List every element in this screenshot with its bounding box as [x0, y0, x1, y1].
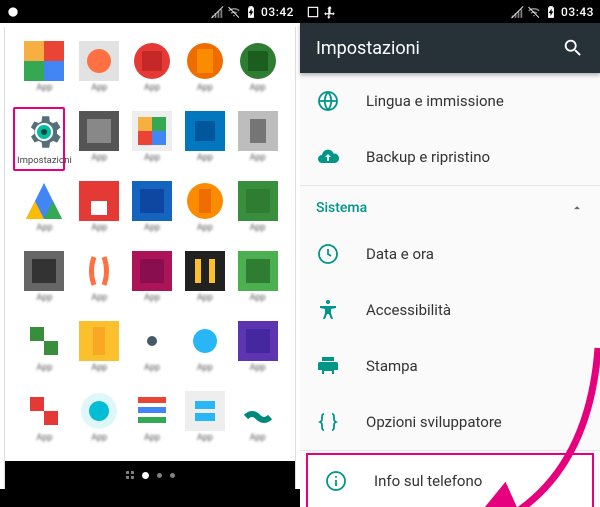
app-blurred[interactable]: App: [127, 391, 178, 455]
app-settings-label: Impostazioni: [17, 155, 72, 165]
app-blurred[interactable]: App: [179, 321, 230, 385]
wifi-off-icon: [227, 5, 241, 19]
settings-item-developer[interactable]: Opzioni sviluppatore: [300, 394, 600, 450]
clock-icon: [316, 242, 340, 266]
info-icon: [324, 469, 348, 493]
app-blurred[interactable]: App: [179, 111, 230, 175]
wifi-off-icon: [527, 5, 541, 19]
app-blurred[interactable]: App: [127, 251, 178, 315]
app-blurred[interactable]: App: [179, 251, 230, 315]
whatsapp-icon: [6, 5, 20, 19]
settings-item-backup[interactable]: Backup e ripristino: [300, 129, 600, 185]
settings-item-datetime[interactable]: Data e ora: [300, 226, 600, 282]
app-drawer[interactable]: App App App App App Impostazioni App App…: [4, 27, 296, 461]
cloud-upload-icon: [316, 145, 340, 169]
settings-item-label: Stampa: [366, 357, 418, 375]
signal-off-icon: [210, 5, 224, 19]
appbar-title: Impostazioni: [316, 38, 562, 59]
app-blurred[interactable]: App: [179, 181, 230, 245]
search-icon[interactable]: [562, 37, 584, 59]
settings-item-label: Opzioni sviluppatore: [366, 413, 502, 431]
app-blurred[interactable]: App: [232, 41, 283, 105]
globe-icon: [316, 89, 340, 113]
app-blurred[interactable]: App: [232, 391, 283, 455]
app-blurred[interactable]: App: [232, 251, 283, 315]
app-blurred[interactable]: App: [127, 111, 178, 175]
app-blurred[interactable]: App: [74, 251, 125, 315]
apps-grid-indicator-icon[interactable]: [126, 471, 134, 479]
settings-item-label: Data e ora: [366, 245, 434, 263]
settings-appbar: Impostazioni: [300, 23, 600, 73]
app-blurred[interactable]: App: [17, 181, 72, 245]
signal-off-icon: [510, 5, 524, 19]
gear-icon: [23, 111, 65, 153]
app-blurred[interactable]: App: [74, 111, 125, 175]
page-dot[interactable]: [142, 472, 149, 479]
app-settings[interactable]: Impostazioni: [17, 111, 72, 175]
divider: [300, 450, 600, 451]
app-blurred[interactable]: App: [127, 321, 178, 385]
screenshot-icon: [306, 5, 320, 19]
app-blurred[interactable]: App: [232, 111, 283, 175]
app-blurred[interactable]: App: [232, 181, 283, 245]
settings-item-label: Info sul telefono: [374, 472, 482, 490]
app-blurred[interactable]: App: [74, 391, 125, 455]
page-dot[interactable]: [170, 473, 175, 478]
status-time-left: 03:42: [261, 5, 294, 19]
page-indicator[interactable]: [4, 461, 296, 489]
settings-item-label: Backup e ripristino: [366, 148, 490, 166]
app-blurred[interactable]: App: [179, 41, 230, 105]
app-blurred[interactable]: App: [17, 41, 72, 105]
settings-item-language[interactable]: Lingua e immissione: [300, 73, 600, 129]
printer-icon: [316, 354, 340, 378]
settings-item-accessibility[interactable]: Accessibilità: [300, 282, 600, 338]
settings-list[interactable]: Lingua e immissione Backup e ripristino …: [300, 73, 600, 507]
android-navbar: [0, 489, 300, 507]
phone-right: 03:43 Impostazioni Lingua e immissione B…: [300, 0, 600, 507]
settings-item-label: Accessibilità: [366, 301, 451, 319]
page-dot[interactable]: [157, 473, 162, 478]
phone-left: 03:42 App App App App App Impostazioni A…: [0, 0, 300, 507]
settings-item-about-phone[interactable]: Info sul telefono: [306, 453, 594, 507]
battery-charging-icon: [244, 5, 258, 19]
braces-icon: [316, 410, 340, 434]
app-blurred[interactable]: App: [179, 391, 230, 455]
chevron-up-icon: [570, 201, 584, 215]
status-time-right: 03:43: [561, 5, 594, 19]
app-blurred[interactable]: App: [127, 41, 178, 105]
settings-item-print[interactable]: Stampa: [300, 338, 600, 394]
app-blurred[interactable]: App: [74, 181, 125, 245]
app-blurred[interactable]: App: [232, 321, 283, 385]
usb-icon: [323, 5, 337, 19]
battery-charging-icon: [544, 5, 558, 19]
settings-item-label: Lingua e immissione: [366, 92, 504, 110]
app-blurred[interactable]: App: [74, 321, 125, 385]
category-header-system[interactable]: Sistema: [300, 186, 600, 226]
accessibility-icon: [316, 298, 340, 322]
app-blurred[interactable]: App: [17, 391, 72, 455]
app-blurred[interactable]: App: [17, 321, 72, 385]
app-blurred[interactable]: App: [127, 181, 178, 245]
app-blurred[interactable]: App: [17, 251, 72, 315]
category-header-label: Sistema: [316, 200, 367, 216]
statusbar-right: 03:43: [300, 0, 600, 23]
app-blurred[interactable]: App: [74, 41, 125, 105]
statusbar-left: 03:42: [0, 0, 300, 23]
